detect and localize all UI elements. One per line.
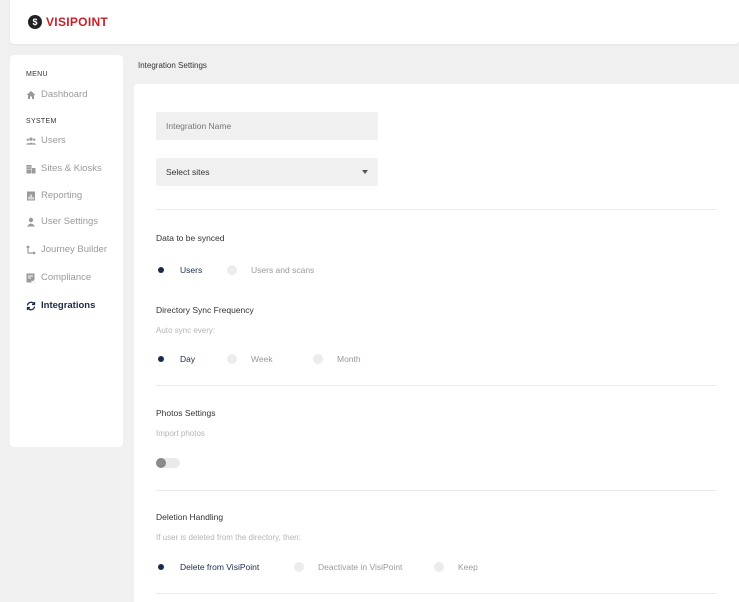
user-icon [26, 217, 36, 227]
sidebar-item-label: Users [41, 135, 66, 146]
radio-dot [227, 354, 237, 364]
sync-icon [26, 301, 36, 311]
radio-users[interactable]: Users [156, 265, 202, 275]
radio-label: Day [180, 354, 196, 364]
radio-label: Delete from VisiPoint [180, 562, 260, 572]
report-icon [26, 191, 36, 201]
sidebar-heading-menu: MENU [26, 71, 48, 78]
radio-dot [434, 562, 444, 572]
select-sites-label: Select sites [166, 167, 210, 177]
radio-day[interactable]: Day [156, 354, 195, 364]
sidebar-item-label: Sites & Kiosks [41, 163, 102, 174]
caret-down-icon [362, 170, 368, 174]
radio-dot [294, 562, 304, 572]
radio-label: Keep [458, 562, 478, 572]
sidebar-item-compliance[interactable]: Compliance [26, 272, 91, 283]
select-sites-dropdown[interactable]: Select sites [156, 158, 378, 186]
sidebar-item-journey-builder[interactable]: Journey Builder [26, 244, 107, 255]
radio-label: Deactivate in VisiPoint [318, 562, 403, 572]
sidebar-item-reporting[interactable]: Reporting [26, 190, 82, 201]
radio-label: Month [337, 354, 361, 364]
sidebar-item-label: Compliance [41, 272, 92, 283]
sidebar-item-label: Journey Builder [41, 244, 108, 255]
divider [156, 490, 717, 491]
radio-dot [227, 265, 237, 275]
radio-dot [156, 562, 166, 572]
radio-label: Users and scans [251, 265, 315, 275]
radio-deactivate-in-visipoint[interactable]: Deactivate in VisiPoint [294, 562, 402, 572]
compliance-icon [26, 273, 36, 283]
radio-dot [156, 265, 166, 275]
radio-label: Week [251, 354, 273, 364]
top-bar: $ VISIPOINT [10, 0, 739, 44]
sidebar-item-user-settings[interactable]: User Settings [26, 216, 98, 227]
divider [156, 385, 717, 386]
divider [156, 593, 717, 594]
toggle-knob [156, 458, 166, 468]
page-title: Integration Settings [138, 61, 207, 70]
radio-dot [156, 354, 166, 364]
data-sync-title: Data to be synced [156, 233, 225, 243]
sidebar-item-label: Dashboard [41, 89, 88, 100]
users-icon [26, 136, 36, 146]
visipoint-logo[interactable]: $ VISIPOINT [28, 15, 108, 29]
import-photos-toggle[interactable] [156, 458, 180, 468]
divider [156, 209, 717, 210]
radio-label: Users [180, 265, 203, 275]
directory-sync-hint: Auto sync every: [156, 326, 216, 335]
sidebar-item-sites-kiosks[interactable]: Sites & Kiosks [26, 163, 102, 174]
sidebar-item-label: Integrations [41, 300, 96, 311]
deletion-handling-hint: If user is deleted from the directory, t… [156, 533, 301, 542]
radio-users-and-scans[interactable]: Users and scans [227, 265, 314, 275]
deletion-handling-title: Deletion Handling [156, 512, 224, 522]
radio-dot [313, 354, 323, 364]
sidebar-item-users[interactable]: Users [26, 135, 66, 146]
sidebar-heading-system: SYSTEM [26, 118, 57, 125]
sidebar-item-dashboard[interactable]: Dashboard [26, 89, 87, 100]
home-icon [26, 90, 36, 100]
building-icon [26, 164, 36, 174]
integration-name-input[interactable] [156, 112, 378, 140]
radio-delete-from-visipoint[interactable]: Delete from VisiPoint [156, 562, 259, 572]
journey-icon [26, 245, 36, 255]
sidebar-item-label: User Settings [41, 216, 99, 227]
sidebar-item-integrations[interactable]: Integrations [26, 300, 95, 311]
directory-sync-title: Directory Sync Frequency [156, 305, 254, 315]
radio-keep[interactable]: Keep [434, 562, 478, 572]
photos-settings-hint: Import photos [156, 429, 205, 438]
radio-month[interactable]: Month [313, 354, 361, 364]
sidebar: MENU Dashboard SYSTEM Users Sites & Kios… [10, 55, 123, 447]
integration-settings-panel: Select sites Data to be synced Users Use… [134, 84, 739, 602]
logo-text: VISIPOINT [46, 15, 109, 29]
sidebar-item-label: Reporting [41, 190, 83, 201]
logo-icon: $ [28, 15, 42, 29]
photos-settings-title: Photos Settings [156, 408, 216, 418]
radio-week[interactable]: Week [227, 354, 273, 364]
